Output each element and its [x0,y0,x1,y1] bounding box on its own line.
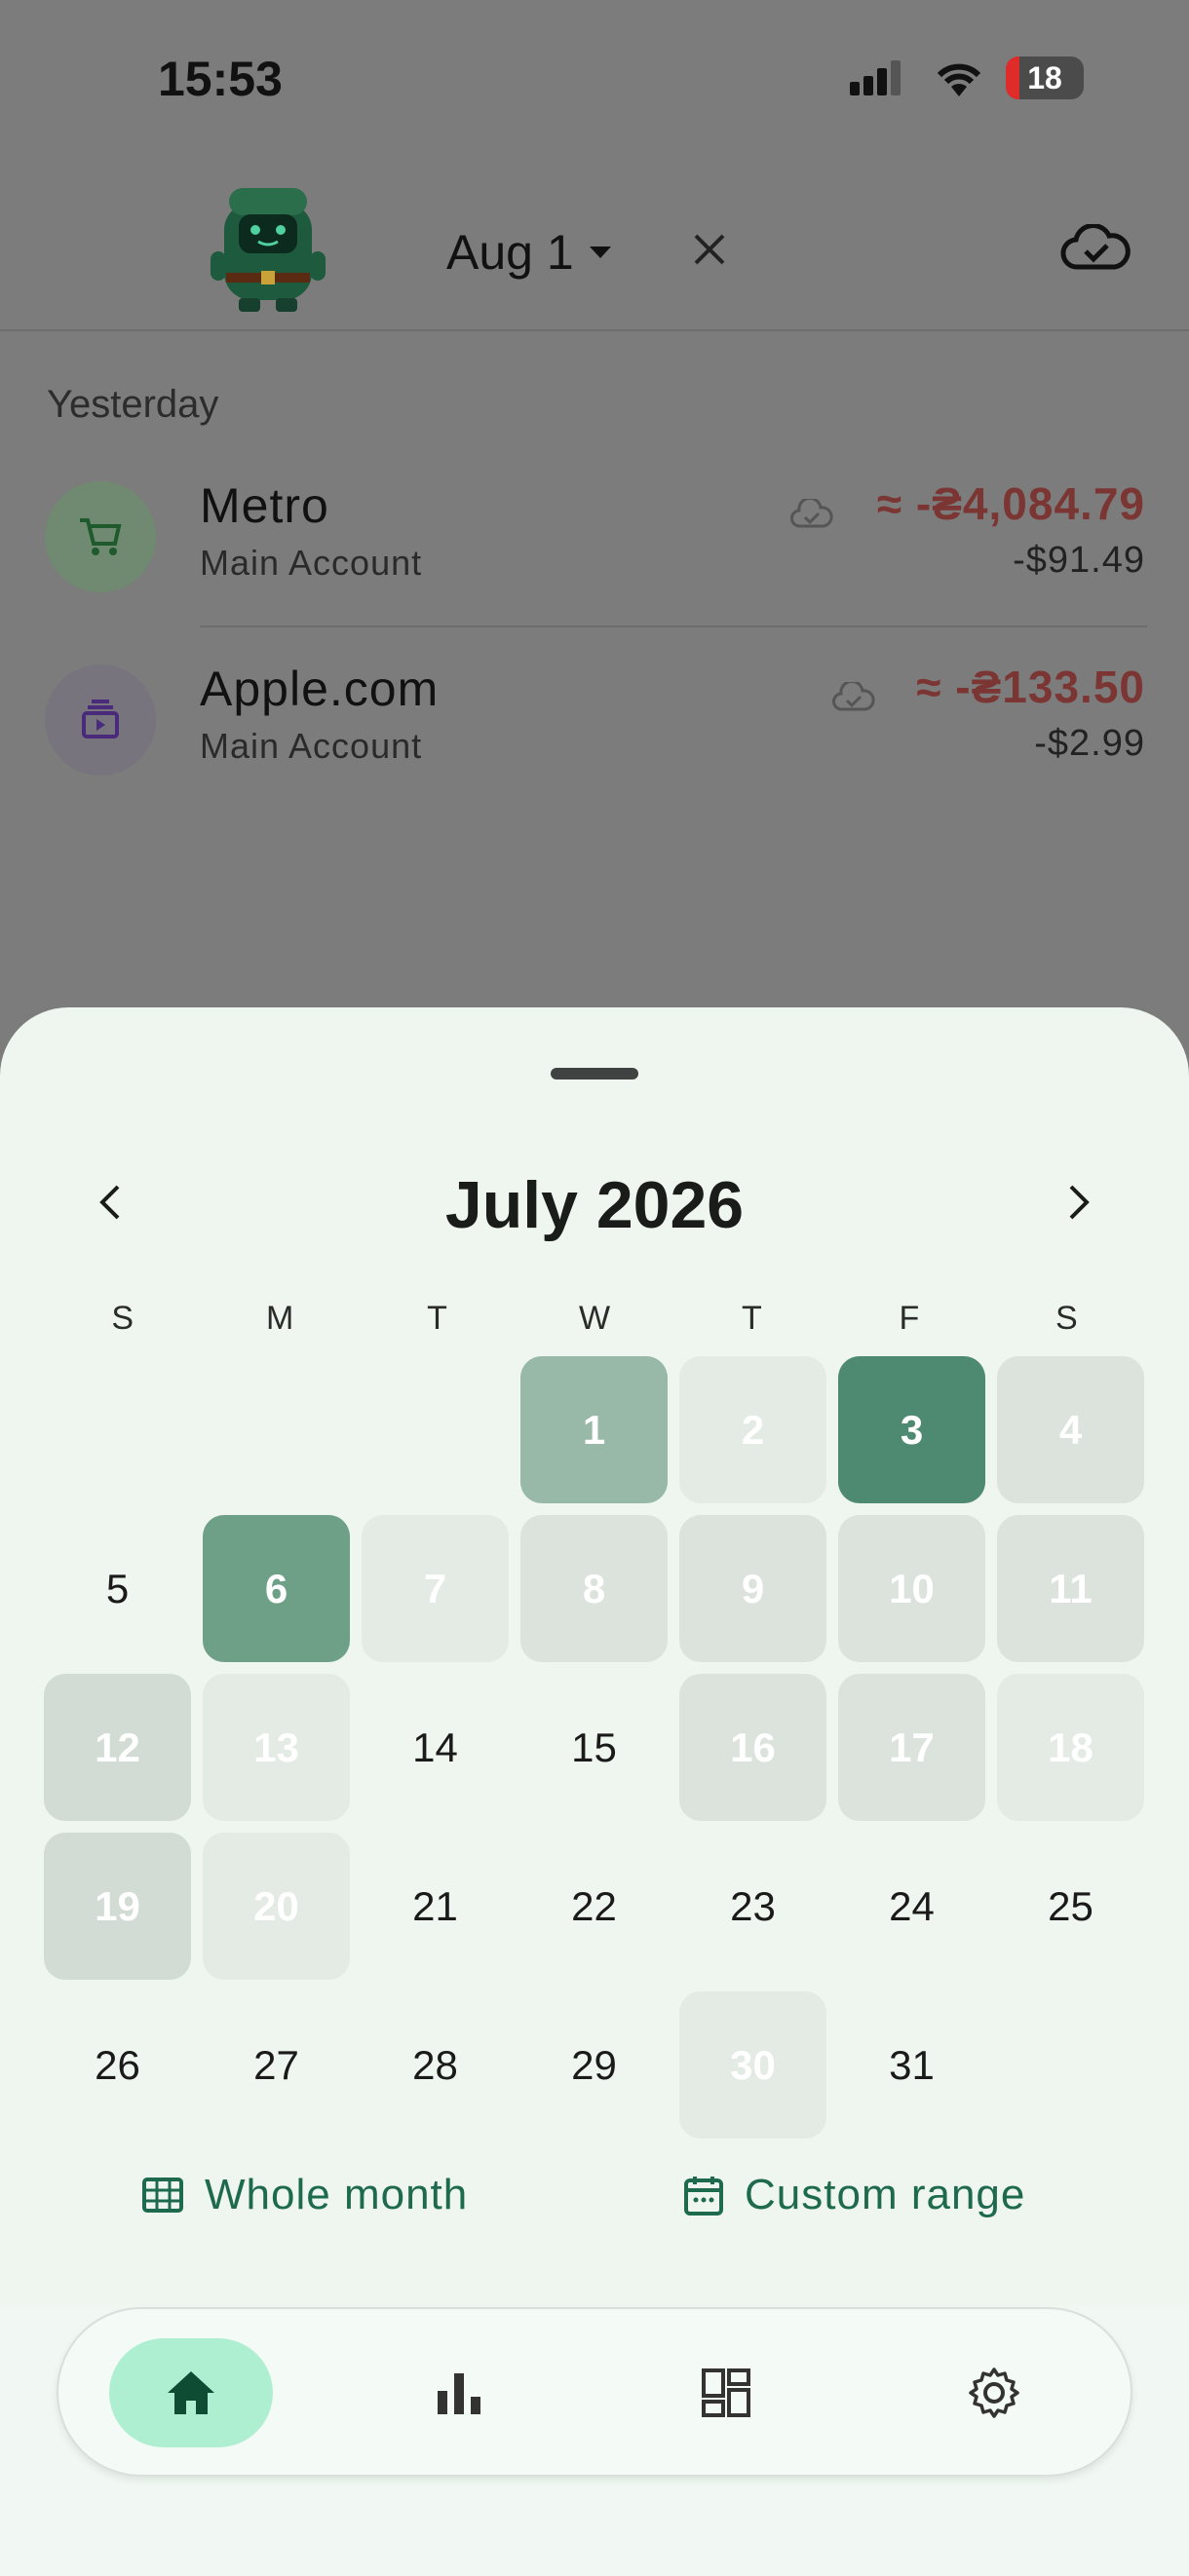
calendar-day[interactable]: 15 [520,1674,668,1821]
transaction-account: Main Account [200,543,423,583]
close-icon[interactable] [690,224,729,281]
calendar-day[interactable]: 20 [203,1833,350,1980]
weekday-label: W [578,1300,611,1337]
wifi-icon [937,63,981,96]
calendar-day[interactable]: 25 [997,1833,1144,1980]
weekday-label: S [1055,1300,1078,1337]
date-picker-toggle[interactable]: Aug 1 [446,224,613,281]
calendar-day[interactable]: 12 [44,1674,191,1821]
grid-icon [142,2178,183,2213]
nav-dashboard[interactable] [644,2338,808,2447]
calendar-day[interactable]: 24 [838,1833,985,1980]
calendar-day[interactable]: 3 [838,1356,985,1503]
nav-statistics[interactable] [377,2338,541,2447]
calendar-day[interactable]: 28 [362,1991,509,2139]
transaction-usd: -$2.99 [1034,723,1145,764]
nav-home[interactable] [109,2338,273,2447]
month-title: July 2026 [444,1168,745,1242]
weekday-header: S M T W T F S [44,1300,1145,1338]
bottom-navigation [57,2307,1132,2477]
cloud-synced-icon [832,682,875,711]
calendar-day[interactable]: 21 [362,1833,509,1980]
home-icon [168,2371,214,2414]
background-screen: 15:53 18 Aug 1 Yesterday Metro Main Acco… [0,0,1189,1072]
weekday-label: M [265,1300,294,1337]
transaction-amount: ≈ -₴133.50 [916,662,1145,712]
chevron-right-icon [1069,1185,1090,1220]
chart-icon [438,2373,480,2414]
signal-icon [850,60,901,95]
calendar-day[interactable]: 1 [520,1356,668,1503]
transaction-row[interactable]: Metro Main Account ≈ -₴4,084.79 -$91.49 [0,460,1189,616]
transaction-name: Apple.com [200,662,440,716]
whole-month-button[interactable]: Whole month [142,2171,468,2219]
selected-date-label: Aug 1 [446,225,574,280]
top-header: Aug 1 [0,175,1189,331]
dashboard-icon [702,2368,750,2417]
calendar-day[interactable]: 17 [838,1674,985,1821]
calendar-day[interactable]: 11 [997,1515,1144,1662]
custom-range-button[interactable]: Custom range [684,2171,1025,2219]
calendar-day[interactable]: 29 [520,1991,668,2139]
divider [200,625,1147,627]
calendar-day[interactable]: 4 [997,1356,1144,1503]
calendar-day[interactable]: 8 [520,1515,668,1662]
calendar-day[interactable]: 6 [203,1515,350,1662]
sheet-drag-handle[interactable] [551,1068,638,1080]
range-actions: Whole month Custom range [0,2171,1189,2288]
custom-range-label: Custom range [745,2171,1026,2218]
weekday-label: F [899,1300,920,1337]
calendar-day[interactable]: 14 [362,1674,509,1821]
transaction-name: Metro [200,478,329,533]
calendar-day[interactable]: 22 [520,1833,668,1980]
calendar-day[interactable]: 5 [44,1515,191,1662]
calendar-day[interactable]: 7 [362,1515,509,1662]
mascot-logo [211,188,326,312]
section-label: Yesterday [47,383,219,426]
calendar-day[interactable]: 2 [679,1356,826,1503]
caret-down-icon [589,246,611,258]
weekday-label: S [111,1300,134,1337]
status-time: 15:53 [158,52,283,106]
calendar-day[interactable]: 19 [44,1833,191,1980]
calendar-day[interactable]: 23 [679,1833,826,1980]
calendar-day[interactable]: 13 [203,1674,350,1821]
transaction-account: Main Account [200,726,423,766]
cloud-sync-icon[interactable] [1060,223,1131,278]
transaction-amount: ≈ -₴4,084.79 [876,478,1145,529]
calendar-icon [684,2177,723,2216]
subscription-icon [45,664,156,776]
battery-indicator: 18 [1006,57,1084,99]
calendar-day[interactable]: 27 [203,1991,350,2139]
cart-icon [45,481,156,592]
calendar-day[interactable]: 16 [679,1674,826,1821]
calendar-day[interactable]: 30 [679,1991,826,2139]
weekday-label: T [742,1300,762,1337]
calendar-grid: 1 2 3 4 5 6 7 8 9 10 11 12 13 14 15 16 1… [44,1356,1155,2150]
transaction-row[interactable]: Apple.com Main Account ≈ -₴133.50 -$2.99 [0,643,1189,799]
next-month-button[interactable] [1051,1173,1109,1231]
calendar-day[interactable]: 10 [838,1515,985,1662]
status-icons: 18 [850,57,1084,99]
nav-settings[interactable] [912,2338,1076,2447]
calendar-day[interactable]: 9 [679,1515,826,1662]
whole-month-label: Whole month [205,2171,469,2218]
weekday-label: T [427,1300,447,1337]
settings-icon [969,2368,1019,2418]
calendar-day[interactable]: 31 [838,1991,985,2139]
calendar-day[interactable]: 26 [44,1991,191,2139]
calendar-day[interactable]: 18 [997,1674,1144,1821]
transaction-usd: -$91.49 [1013,540,1145,581]
cloud-synced-icon [790,499,833,528]
